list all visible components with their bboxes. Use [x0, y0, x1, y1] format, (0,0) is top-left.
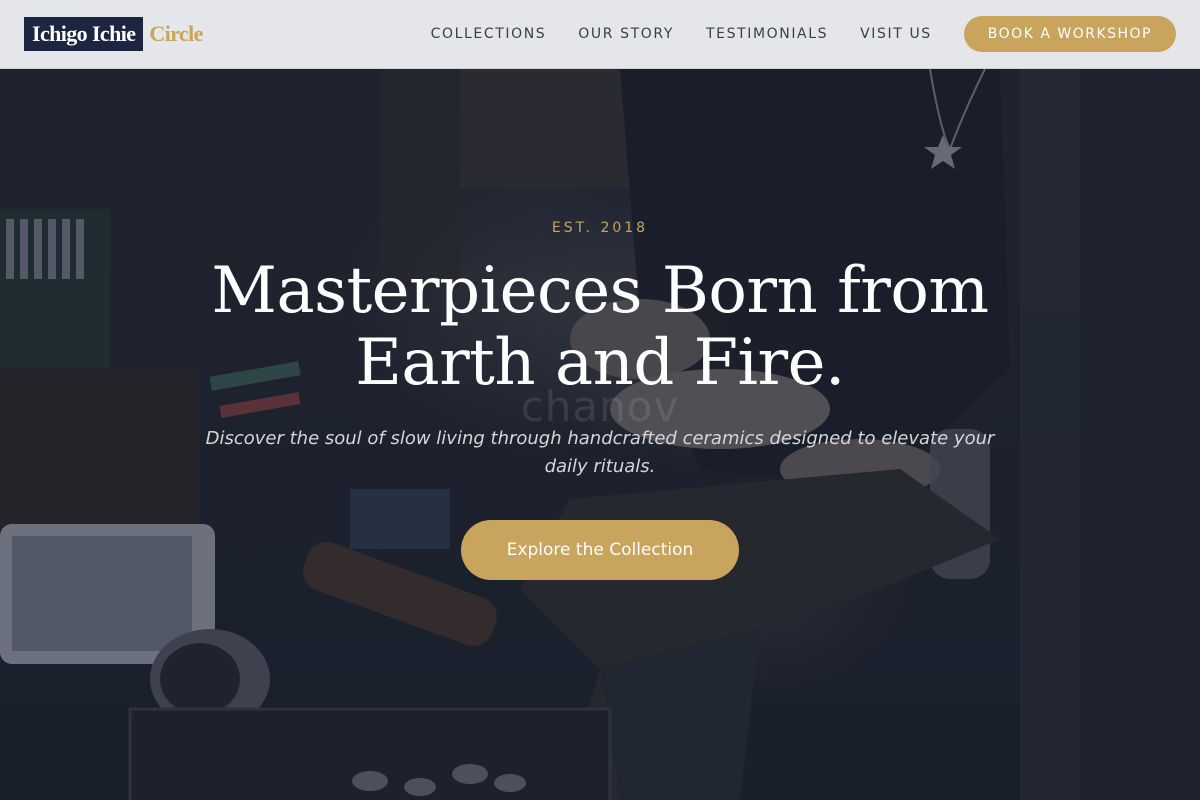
hero-eyebrow: EST. 2018 [551, 220, 649, 236]
hero-headline: Masterpieces Born from Earth and Fire. [211, 254, 989, 400]
hero-content: EST. 2018 Masterpieces Born from Earth a… [0, 69, 1200, 800]
hero-section: EST. 2018 Masterpieces Born from Earth a… [0, 69, 1200, 800]
brand-logo[interactable]: Ichigo Ichie Circle [24, 17, 203, 51]
nav-link-collections[interactable]: COLLECTIONS [431, 26, 547, 42]
main-nav: COLLECTIONS OUR STORY TESTIMONIALS VISIT… [431, 16, 1176, 52]
nav-link-visit-us[interactable]: VISIT US [860, 26, 932, 42]
brand-name-secondary: Circle [149, 21, 203, 46]
explore-collection-button[interactable]: Explore the Collection [461, 520, 739, 580]
nav-link-testimonials[interactable]: TESTIMONIALS [706, 26, 828, 42]
image-watermark: chanov [520, 382, 680, 431]
hero-subheading: Discover the soul of slow living through… [205, 428, 995, 477]
nav-link-our-story[interactable]: OUR STORY [578, 26, 674, 42]
site-header: Ichigo Ichie Circle COLLECTIONS OUR STOR… [0, 0, 1200, 69]
book-workshop-button[interactable]: BOOK A WORKSHOP [963, 16, 1176, 52]
brand-name-primary: Ichigo Ichie [24, 17, 144, 51]
